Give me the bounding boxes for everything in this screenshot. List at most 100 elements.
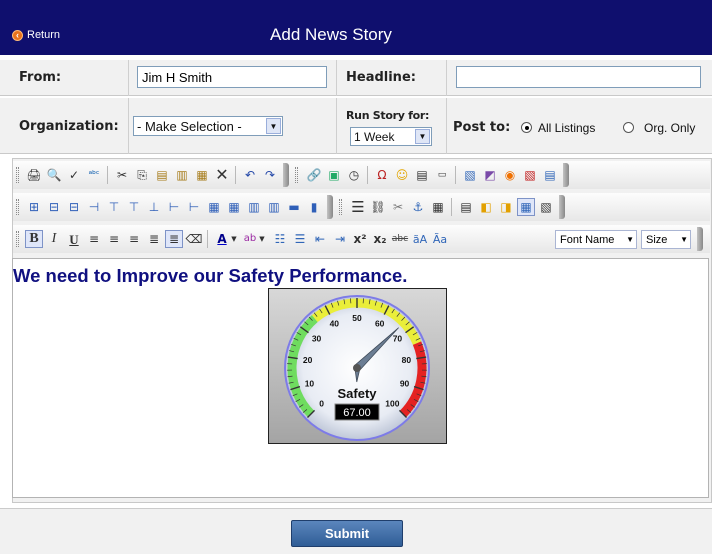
insert-row-after-icon[interactable]: ⊟ bbox=[65, 198, 83, 216]
indent-icon[interactable]: ⇥ bbox=[331, 230, 349, 248]
document-icon[interactable]: ▤ bbox=[541, 166, 559, 184]
underline-icon[interactable]: U bbox=[65, 230, 83, 248]
submit-button[interactable]: Submit bbox=[291, 520, 403, 547]
lowercase-icon[interactable]: ãA bbox=[411, 230, 429, 248]
run-story-select-value: 1 Week bbox=[354, 129, 395, 144]
gauge-hub bbox=[353, 364, 361, 372]
delete-column-icon[interactable]: ⊥ bbox=[145, 198, 163, 216]
bold-icon[interactable]: B bbox=[25, 230, 43, 248]
align-justify-icon[interactable]: ≣ bbox=[145, 230, 163, 248]
numbered-list-icon[interactable]: ☷ bbox=[271, 230, 289, 248]
chevron-down-icon: ▼ bbox=[415, 129, 430, 144]
special-char-icon[interactable]: Ω bbox=[373, 166, 391, 184]
font-size-select[interactable]: Size ▼ bbox=[641, 230, 691, 249]
move-backward-icon[interactable]: ◨ bbox=[497, 198, 515, 216]
gauge-tick-label: 0 bbox=[319, 398, 324, 408]
chevron-down-icon[interactable]: ▼ bbox=[229, 230, 239, 248]
insert-row-before-icon[interactable]: ⊟ bbox=[45, 198, 63, 216]
gauge-tick-label: 70 bbox=[393, 334, 403, 344]
radio-org-only[interactable] bbox=[623, 122, 634, 133]
layer-icon[interactable]: ▤ bbox=[457, 198, 475, 216]
move-forward-icon[interactable]: ◧ bbox=[477, 198, 495, 216]
paste-word-icon[interactable]: ▦ bbox=[193, 166, 211, 184]
cell-props-icon[interactable]: ▥ bbox=[245, 198, 263, 216]
align-center-icon[interactable]: ≡ bbox=[105, 230, 123, 248]
smiley-icon[interactable]: ☺ bbox=[393, 166, 411, 184]
table-props-icon[interactable]: ▦ bbox=[205, 198, 223, 216]
run-story-select[interactable]: 1 Week ▼ bbox=[350, 127, 432, 146]
unlink-icon[interactable]: ✂ bbox=[389, 198, 407, 216]
gauge-tick-label: 20 bbox=[303, 355, 313, 365]
font-name-select[interactable]: Font Name ▼ bbox=[555, 230, 637, 249]
radio-all-listings[interactable] bbox=[521, 122, 532, 133]
italic-icon[interactable]: I bbox=[45, 230, 63, 248]
radio-org-only-label: Org. Only bbox=[644, 121, 696, 135]
find-icon[interactable]: 🔍 bbox=[45, 166, 63, 184]
redo-icon[interactable]: ↷ bbox=[261, 166, 279, 184]
insert-form-icon[interactable]: ▣ bbox=[325, 166, 343, 184]
gauge-svg: 0 10 20 30 40 50 60 70 80 90100 Safety 67.00 bbox=[284, 295, 430, 441]
insert-image-icon[interactable]: ▧ bbox=[461, 166, 479, 184]
insert-link-icon[interactable]: 🔗 bbox=[305, 166, 323, 184]
cut-icon[interactable]: ✂ bbox=[113, 166, 131, 184]
image-map-icon[interactable]: ◩ bbox=[481, 166, 499, 184]
delete-icon[interactable]: ✕ bbox=[213, 166, 231, 184]
strikethrough-icon[interactable]: abc bbox=[391, 230, 409, 248]
show-borders-icon[interactable]: ▦ bbox=[517, 198, 535, 216]
gauge-tick-label: 40 bbox=[330, 318, 340, 328]
insert-grid-icon[interactable]: ▦ bbox=[429, 198, 447, 216]
align-right-icon[interactable]: ≡ bbox=[125, 230, 143, 248]
gauge-tick-label: 80 bbox=[402, 355, 412, 365]
bulleted-list-icon[interactable]: ☰ bbox=[291, 230, 309, 248]
insert-xml-icon[interactable]: ▭ bbox=[433, 166, 451, 184]
vertical-split-icon[interactable]: ▮ bbox=[305, 198, 323, 216]
column-props-icon[interactable]: ▥ bbox=[265, 198, 283, 216]
gauge-tick-label: 100 bbox=[385, 398, 399, 408]
pdf-icon[interactable]: ▧ bbox=[521, 166, 539, 184]
organization-label: Organization: bbox=[19, 119, 119, 134]
link-icon[interactable]: ⛓ bbox=[369, 198, 387, 216]
outdent-icon[interactable]: ⇤ bbox=[311, 230, 329, 248]
horizontal-rule-icon[interactable]: ☰ bbox=[349, 198, 367, 216]
insert-column-before-icon[interactable]: ⊤ bbox=[105, 198, 123, 216]
flash-icon[interactable]: ◉ bbox=[501, 166, 519, 184]
insert-time-icon[interactable]: ◷ bbox=[345, 166, 363, 184]
gauge-tick-label: 30 bbox=[312, 334, 322, 344]
clear-format-icon[interactable]: ⌫ bbox=[185, 230, 203, 248]
uppercase-icon[interactable]: Ãa bbox=[431, 230, 449, 248]
chevron-down-icon[interactable]: ▼ bbox=[257, 230, 267, 248]
radio-all-listings-label: All Listings bbox=[538, 121, 596, 135]
delete-row-icon[interactable]: ⊣ bbox=[85, 198, 103, 216]
post-to-label: Post to: bbox=[453, 120, 511, 135]
from-field[interactable] bbox=[137, 66, 327, 88]
paste-icon[interactable]: ▤ bbox=[153, 166, 171, 184]
insert-column-after-icon[interactable]: ⊤ bbox=[125, 198, 143, 216]
chevron-down-icon: ▼ bbox=[680, 235, 688, 244]
undo-icon[interactable]: ↶ bbox=[241, 166, 259, 184]
spellcheck-icon[interactable]: ✓ bbox=[65, 166, 83, 184]
print-icon[interactable]: 🖨 bbox=[25, 166, 43, 184]
anchor-icon[interactable]: ⚓ bbox=[409, 198, 427, 216]
row-props-icon[interactable]: ▦ bbox=[225, 198, 243, 216]
organization-select[interactable]: - Make Selection - ▼ bbox=[133, 116, 283, 136]
align-left-icon[interactable]: ≡ bbox=[85, 230, 103, 248]
gauge-tick-label: 60 bbox=[375, 318, 385, 328]
headline-label: Headline: bbox=[346, 70, 416, 85]
split-cell-icon[interactable]: ⊢ bbox=[165, 198, 183, 216]
align-full-icon[interactable]: ≣ bbox=[165, 230, 183, 248]
font-name-label: Font Name bbox=[560, 233, 615, 246]
run-story-label: Run Story for: bbox=[346, 109, 430, 122]
paste-text-icon[interactable]: ▥ bbox=[173, 166, 191, 184]
horizontal-split-icon[interactable]: ▬ bbox=[285, 198, 303, 216]
edit-css-icon[interactable]: ▧ bbox=[537, 198, 555, 216]
insert-table-icon[interactable]: ⊞ bbox=[25, 198, 43, 216]
subscript-icon[interactable]: x₂ bbox=[371, 230, 389, 248]
insert-media-icon[interactable]: ▤ bbox=[413, 166, 431, 184]
abc-spellcheck-icon[interactable]: ᵃᵇᶜ bbox=[85, 166, 103, 184]
gauge-label: Safety bbox=[337, 386, 377, 401]
headline-field[interactable] bbox=[456, 66, 701, 88]
copy-icon[interactable]: ⎘ bbox=[133, 166, 151, 184]
superscript-icon[interactable]: x² bbox=[351, 230, 369, 248]
merge-cell-icon[interactable]: ⊢ bbox=[185, 198, 203, 216]
toolbar-row-2: ⊞ ⊟ ⊟ ⊣ ⊤ ⊤ ⊥ ⊢ ⊢ ▦ ▦ ▥ ▥ ▬ ▮ ☰ ⛓ ✂ ⚓ ▦ … bbox=[13, 193, 710, 221]
